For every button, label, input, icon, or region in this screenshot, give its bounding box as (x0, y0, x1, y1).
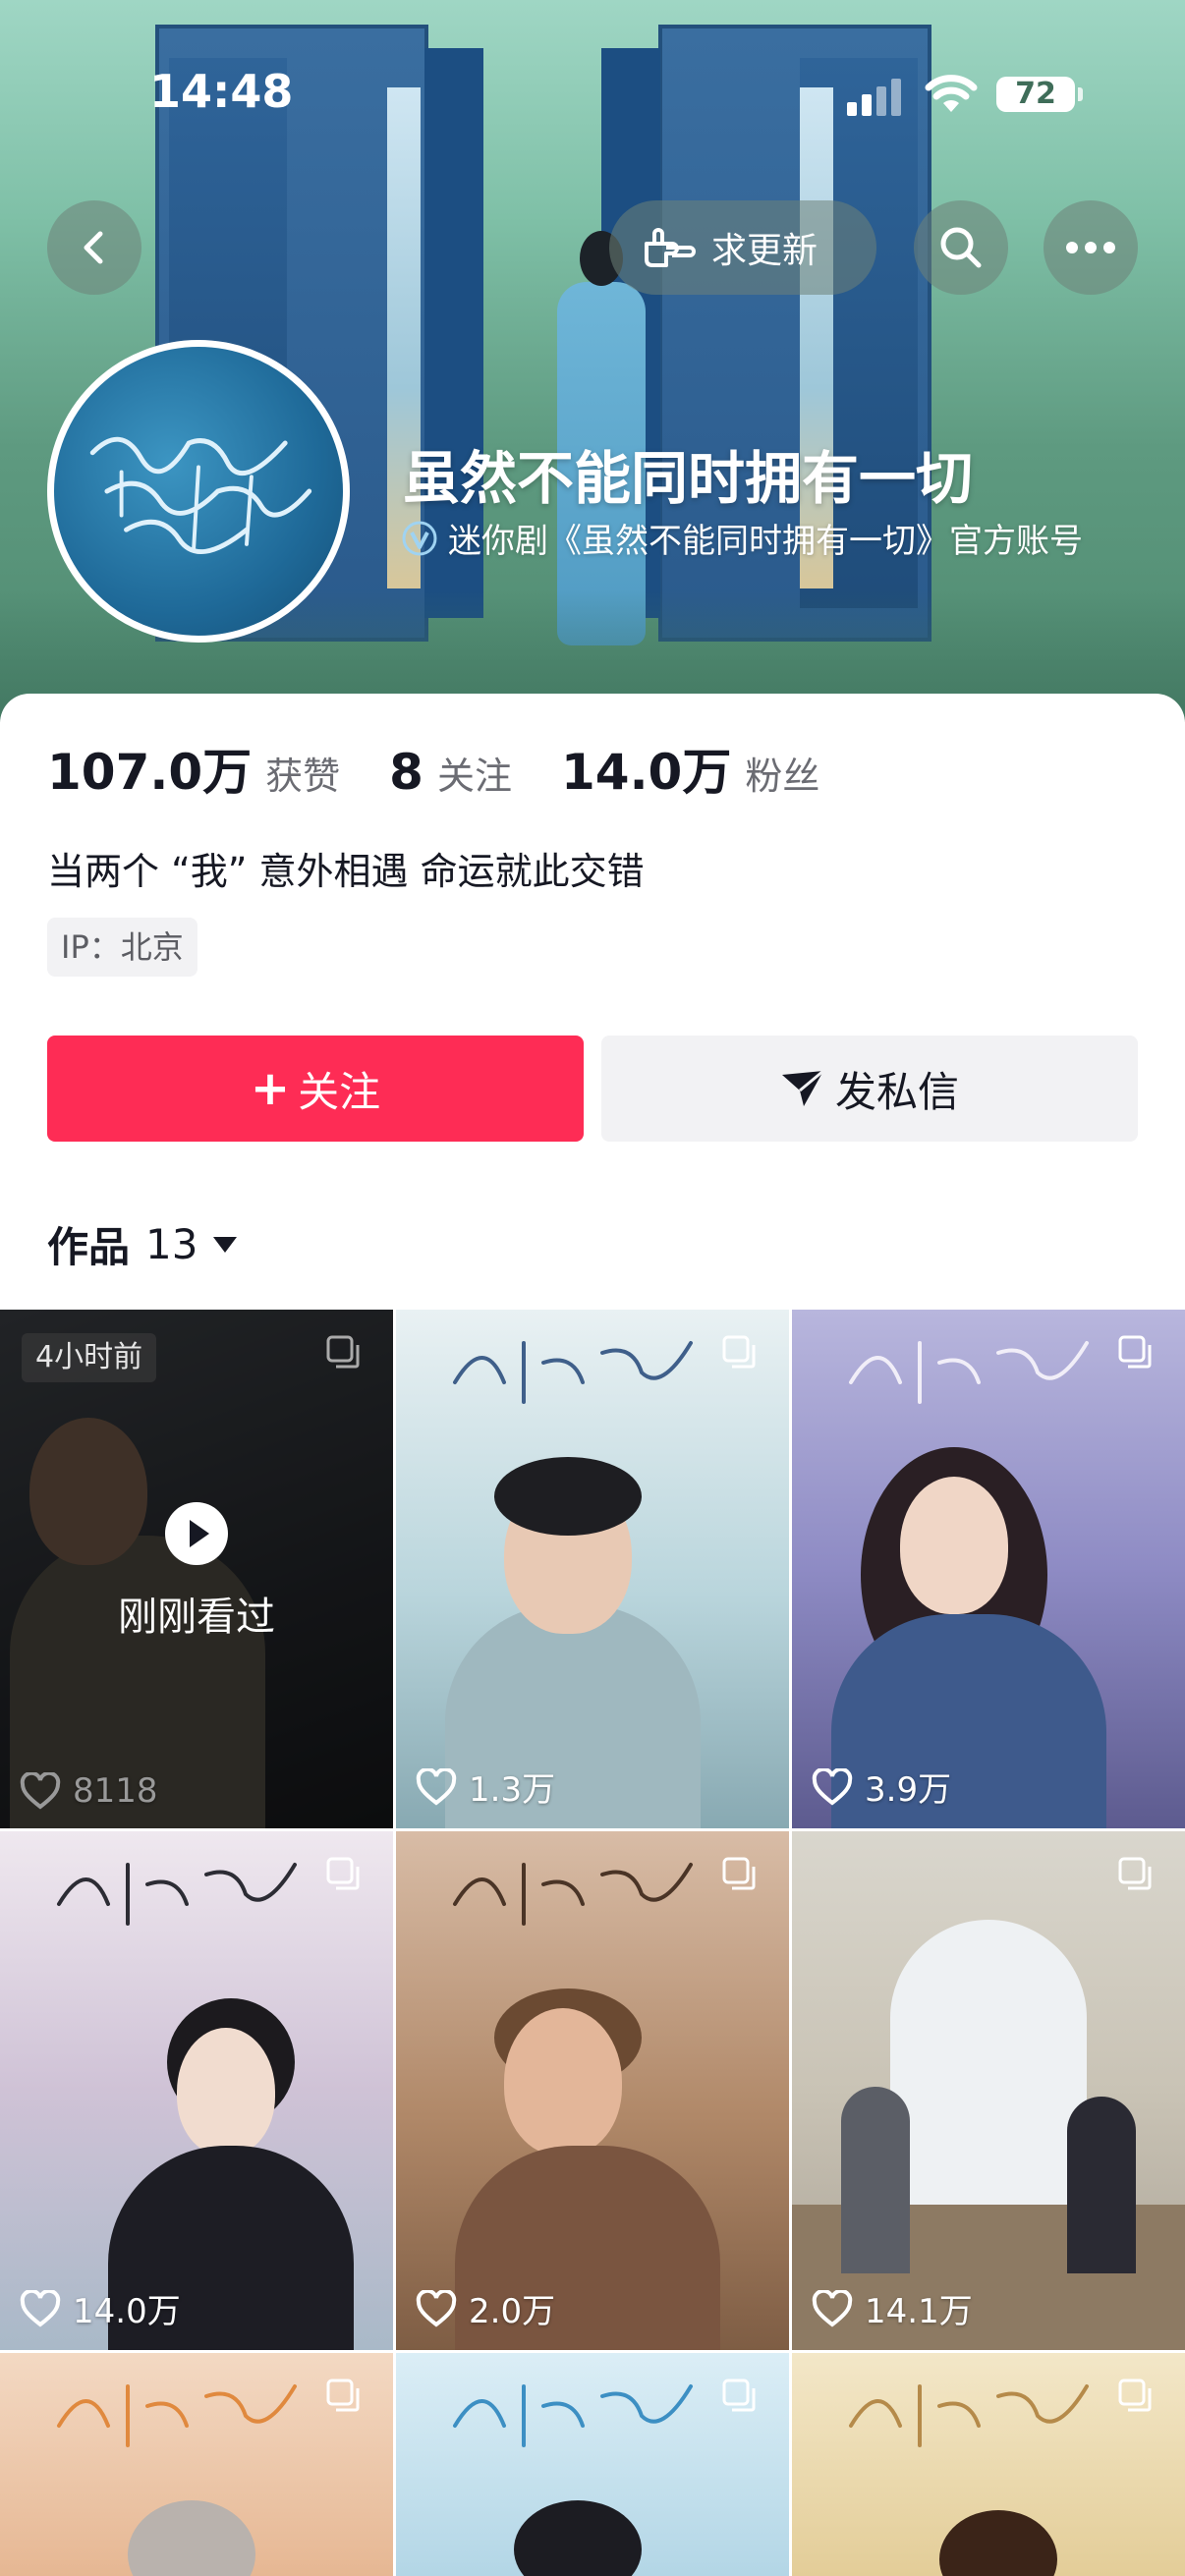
profile-avatar[interactable] (47, 340, 350, 643)
likes-count-text: 2.0万 (469, 2292, 556, 2331)
verification-row: 迷你剧《虽然不能同时拥有一切》官方账号 (401, 514, 1083, 562)
battery-icon: 72 (996, 77, 1083, 112)
posted-time-badge: 4小时前 (22, 1333, 157, 1382)
profile-bio: 当两个 “我” 意外相遇 命运就此交错 (47, 850, 645, 893)
video-tile[interactable]: 4小时前 刚刚看过 8118 (0, 1310, 393, 1828)
video-likes: 1.3万 (416, 1763, 555, 1811)
multi-image-icon (1118, 1335, 1152, 1369)
heart-icon (812, 2289, 853, 2327)
status-bar: 14:48 72 (0, 0, 1185, 118)
multi-image-icon (722, 2379, 756, 2412)
video-tile[interactable]: 3.9万 (792, 1310, 1185, 1828)
plus-icon: + (250, 1061, 291, 1116)
likes-count: 107.0万 (47, 744, 253, 801)
video-likes: 2.0万 (416, 2284, 555, 2332)
request-update-button[interactable]: 求更新 (609, 200, 876, 295)
ip-location-tag: IP：北京 (47, 918, 198, 977)
video-tile[interactable] (396, 2353, 789, 2576)
multi-image-icon (722, 1335, 756, 1369)
back-button[interactable] (47, 200, 141, 295)
script-title-graphic (849, 1341, 1089, 1404)
heart-icon (20, 2289, 61, 2327)
works-label: 作品 (47, 1223, 131, 1271)
works-count: 13 (145, 1220, 198, 1268)
wifi-icon (925, 75, 978, 112)
send-message-button[interactable]: 发私信 (601, 1036, 1138, 1142)
signal-icon (847, 79, 906, 116)
script-title-graphic (453, 2384, 693, 2447)
request-update-label: 求更新 (711, 231, 818, 271)
video-tile[interactable] (0, 2353, 393, 2576)
profile-stats: 107.0万 获赞 8 关注 14.0万 粉丝 (47, 733, 869, 804)
likes-count-text: 1.3万 (469, 1770, 556, 1810)
multi-image-icon (326, 2379, 360, 2412)
video-likes: 3.9万 (812, 1763, 951, 1811)
video-tile[interactable]: 14.1万 (792, 1831, 1185, 2350)
heart-icon (416, 1767, 457, 1806)
send-message-label: 发私信 (834, 1067, 959, 1116)
avatar-calligraphy-logo (89, 436, 312, 554)
fans-label[interactable]: 粉丝 (745, 746, 819, 800)
video-tile[interactable]: 1.3万 (396, 1310, 789, 1828)
profile-name: 虽然不能同时拥有一切 (403, 445, 974, 512)
play-icon (165, 1502, 228, 1565)
caret-down-icon (213, 1236, 238, 1253)
video-tile[interactable]: 2.0万 (396, 1831, 789, 2350)
heart-icon (812, 1767, 853, 1806)
likes-count-text: 14.1万 (865, 2292, 973, 2331)
send-icon (781, 1069, 824, 1106)
chevron-left-icon (84, 231, 103, 264)
likes-count-text: 8118 (73, 1771, 158, 1811)
video-likes: 14.0万 (20, 2284, 181, 2332)
more-dots-icon (1066, 242, 1115, 253)
following-count[interactable]: 8 (389, 744, 423, 801)
more-button[interactable] (1044, 200, 1138, 295)
following-label[interactable]: 关注 (437, 746, 512, 800)
profile-header: 14:48 72 求更新 虽然不能同时拥有一切 迷你剧《虽然不能同时拥有一切》官… (0, 0, 1185, 722)
likes-label: 获赞 (265, 755, 341, 798)
video-likes: 14.1万 (812, 2284, 973, 2332)
pointing-hand-icon (645, 228, 696, 267)
script-title-graphic (849, 2384, 1089, 2447)
heart-icon (416, 2289, 457, 2327)
multi-image-icon (326, 1857, 360, 1890)
search-button[interactable] (914, 200, 1008, 295)
heart-icon (20, 1772, 61, 1810)
multi-image-icon (326, 1335, 360, 1369)
recently-viewed-label: 刚刚看过 (118, 1595, 275, 1640)
status-time: 14:48 (149, 65, 294, 118)
verification-text: 迷你剧《虽然不能同时拥有一切》官方账号 (448, 522, 1083, 561)
follow-label: 关注 (298, 1067, 381, 1116)
video-tile[interactable] (792, 2353, 1185, 2576)
multi-image-icon (1118, 1857, 1152, 1890)
verified-badge-icon (402, 521, 437, 555)
script-title-graphic (453, 1863, 693, 1926)
script-title-graphic (453, 1341, 693, 1404)
video-likes: 8118 (20, 1771, 158, 1811)
fans-count[interactable]: 14.0万 (561, 733, 731, 804)
video-tile[interactable]: 14.0万 (0, 1831, 393, 2350)
likes-count-text: 14.0万 (73, 2292, 181, 2331)
search-icon (940, 227, 982, 268)
script-title-graphic (57, 2384, 297, 2447)
works-tab[interactable]: 作品 13 (47, 1214, 238, 1274)
multi-image-icon (722, 1857, 756, 1890)
likes-count-text: 3.9万 (865, 1770, 952, 1810)
script-title-graphic (57, 1863, 297, 1926)
follow-button[interactable]: + 关注 (47, 1036, 584, 1142)
multi-image-icon (1118, 2379, 1152, 2412)
